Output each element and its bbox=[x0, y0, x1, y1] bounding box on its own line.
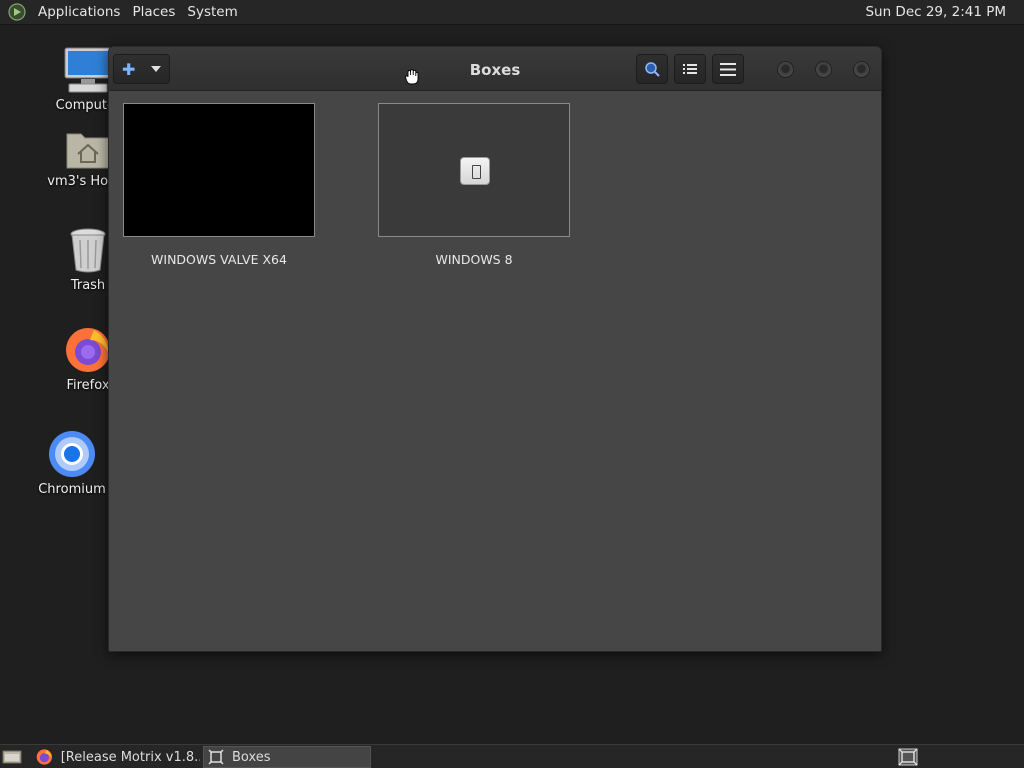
workspace-icon bbox=[898, 748, 918, 766]
taskbar-item-label: Boxes bbox=[232, 749, 271, 765]
home-folder-icon bbox=[66, 133, 110, 169]
menu-icon bbox=[720, 62, 736, 76]
bottom-panel: [Release Motrix v1.8.... Boxes bbox=[0, 744, 1024, 768]
trash-icon bbox=[70, 228, 106, 273]
boxes-window: ✚ Boxes WINDOWS VALVE X64 WINDOWS 8 bbox=[108, 46, 882, 652]
search-icon bbox=[645, 62, 660, 77]
hand-cursor-icon bbox=[405, 69, 419, 85]
taskbar-item-boxes[interactable]: Boxes bbox=[203, 746, 371, 768]
close-button[interactable] bbox=[853, 61, 870, 78]
desktop-icon-label: Firefox bbox=[66, 378, 110, 393]
minimize-button[interactable] bbox=[777, 61, 794, 78]
list-view-button[interactable] bbox=[674, 54, 706, 84]
list-view-icon bbox=[683, 64, 697, 74]
box-thumbnail[interactable] bbox=[123, 103, 315, 237]
firefox-icon bbox=[66, 328, 110, 372]
taskbar-item-firefox[interactable]: [Release Motrix v1.8.... bbox=[32, 746, 200, 768]
box-name: WINDOWS VALVE X64 bbox=[151, 252, 287, 267]
desktop-icon-label: Trash bbox=[70, 278, 106, 293]
desktop-icon-label: Chromium bbox=[38, 482, 106, 497]
search-button[interactable] bbox=[636, 54, 668, 84]
boxes-grid: WINDOWS VALVE X64 WINDOWS 8 bbox=[109, 92, 881, 651]
computer-icon bbox=[64, 47, 112, 93]
maximize-button[interactable] bbox=[815, 61, 832, 78]
header-bar[interactable]: ✚ Boxes bbox=[109, 47, 881, 91]
chromium-icon bbox=[49, 431, 95, 477]
box-thumbnail[interactable] bbox=[378, 103, 570, 237]
taskbar-item-label: [Release Motrix v1.8.... bbox=[60, 749, 200, 765]
show-desktop-button[interactable] bbox=[2, 746, 24, 768]
vm-placeholder-icon bbox=[460, 157, 490, 185]
window-title: Boxes bbox=[469, 61, 521, 79]
clock[interactable]: Sun Dec 29, 2:41 PM bbox=[865, 4, 1006, 20]
top-panel: Applications Places System Sun Dec 29, 2… bbox=[0, 0, 1024, 25]
show-desktop-icon bbox=[2, 750, 22, 764]
desktop-icon-chromium[interactable]: Chromium bbox=[34, 430, 110, 497]
app-menu-button[interactable] bbox=[712, 54, 744, 84]
box-item[interactable]: WINDOWS 8 bbox=[378, 103, 570, 267]
firefox-icon bbox=[36, 749, 53, 765]
places-menu[interactable]: Places bbox=[126, 4, 181, 20]
distro-logo-icon[interactable] bbox=[8, 3, 26, 21]
applications-menu[interactable]: Applications bbox=[32, 4, 126, 20]
boxes-icon bbox=[208, 749, 224, 765]
box-item[interactable]: WINDOWS VALVE X64 bbox=[123, 103, 315, 267]
workspace-switcher[interactable] bbox=[894, 746, 922, 768]
system-menu[interactable]: System bbox=[181, 4, 243, 20]
box-name: WINDOWS 8 bbox=[435, 252, 513, 267]
